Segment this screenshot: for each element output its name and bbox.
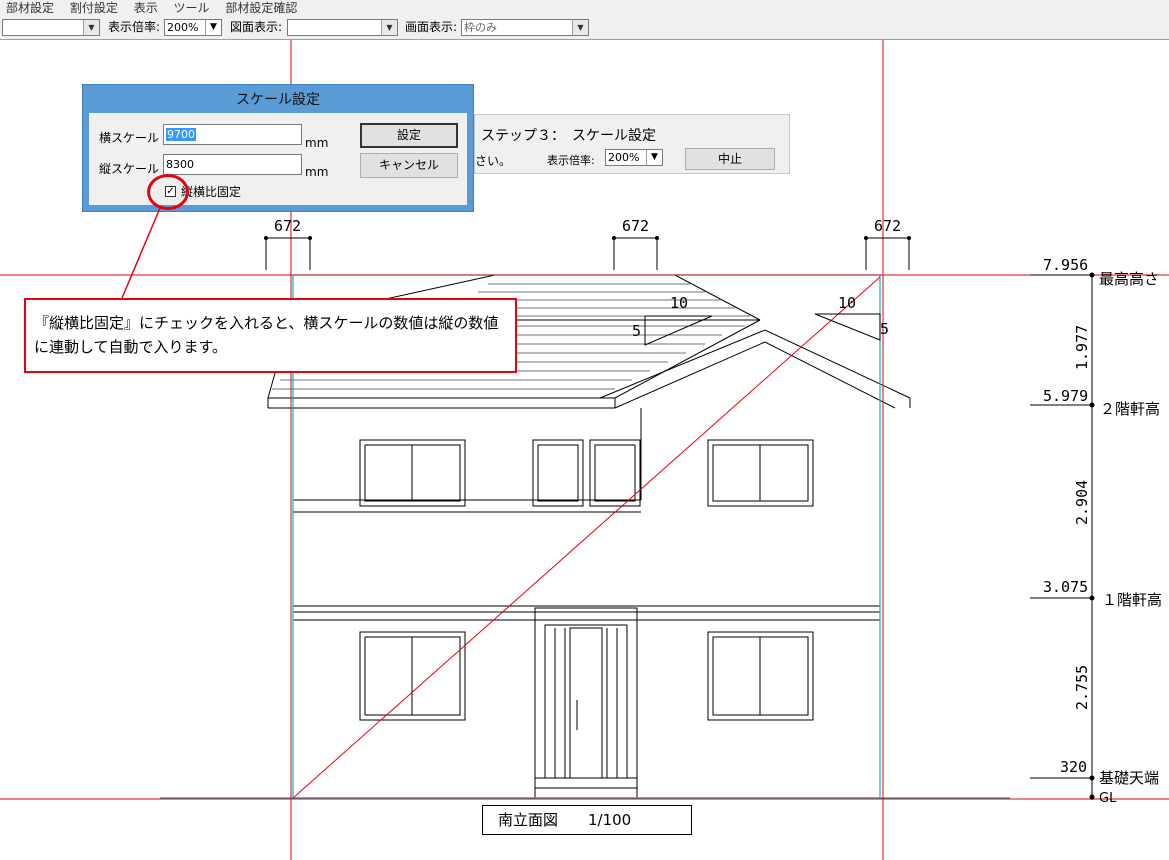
horizontal-scale-label: 横スケール	[99, 131, 160, 145]
roof-pitch-run-left: 10	[670, 294, 689, 312]
step-zoom-combo[interactable]: 200% ▼	[605, 149, 663, 166]
chevron-down-icon[interactable]: ▼	[205, 20, 221, 35]
zoom-combo[interactable]: 200% ▼	[164, 19, 222, 36]
level-name-gl: GL	[1099, 791, 1117, 806]
drawing-label: 図面表示:	[230, 20, 283, 34]
menu-item-tools[interactable]: ツール	[168, 0, 216, 16]
vertical-dim-1: 1.977	[1073, 324, 1091, 370]
level-value-foundation: 320	[1060, 758, 1088, 776]
step-zoom-label: 表示倍率:	[547, 154, 595, 167]
left-combo[interactable]: ▼	[2, 19, 100, 36]
callout-text: 『縦横比固定』にチェックを入れると、横スケールの数値は縦の数値に連動して自動で入…	[34, 314, 499, 356]
menu-item-parts-settings[interactable]: 部材設定	[0, 0, 60, 16]
step-zoom-value: 200%	[608, 151, 640, 164]
vertical-scale-value: 8300	[166, 158, 194, 171]
lock-ratio-label: 縦横比固定	[181, 185, 242, 199]
scale-dialog-title: スケール設定	[236, 92, 320, 108]
horizontal-scale-value: 9700	[166, 128, 196, 141]
zoom-value: 200%	[167, 21, 199, 34]
menu-item-parts-check[interactable]: 部材設定確認	[219, 0, 303, 16]
horizontal-scale-input[interactable]: 9700	[163, 124, 302, 145]
zoom-label: 表示倍率:	[108, 20, 161, 34]
drawing-combo[interactable]: ▼	[287, 19, 398, 36]
vertical-scale-input[interactable]: 8300	[163, 154, 302, 175]
annotation-callout: 『縦横比固定』にチェックを入れると、横スケールの数値は縦の数値に連動して自動で入…	[24, 298, 517, 373]
chevron-down-icon[interactable]: ▼	[83, 20, 99, 35]
step-instruction: さい。	[475, 154, 512, 168]
drawing-title: 南立面図 1/100	[482, 805, 692, 835]
level-name-1f: １階軒高	[1102, 591, 1163, 609]
chevron-down-icon[interactable]: ▼	[646, 150, 662, 165]
chevron-down-icon[interactable]: ▼	[572, 20, 588, 35]
vertical-scale-label: 縦スケール	[99, 162, 160, 176]
step-panel: ステップ３： スケール設定 さい。 表示倍率: 200% ▼ 中止	[474, 114, 790, 174]
level-value-max: 7.956	[1043, 256, 1089, 274]
scale-dialog: スケール設定 横スケール 9700 mm 縦スケール 8300 mm 設定 キャ…	[82, 84, 474, 212]
screen-combo[interactable]: 枠のみ ▼	[461, 19, 589, 36]
roof-pitch-rise-left: 5	[632, 322, 642, 340]
set-button[interactable]: 設定	[360, 123, 458, 148]
level-name-max: 最高高さ	[1099, 270, 1160, 288]
vertical-dim-2: 2.904	[1073, 479, 1091, 525]
dim-top-left: 672	[274, 217, 302, 235]
screen-label: 画面表示:	[405, 20, 458, 34]
horizontal-unit: mm	[305, 136, 329, 150]
menu-item-view[interactable]: 表示	[128, 0, 164, 16]
scale-dialog-body: 横スケール 9700 mm 縦スケール 8300 mm 設定 キャンセル ✓ 縦…	[89, 113, 467, 205]
roof-pitch-run-right: 10	[838, 294, 857, 312]
callout-highlight-ring	[147, 174, 189, 210]
stop-button[interactable]: 中止	[685, 148, 775, 170]
step-title: ステップ３： スケール設定	[481, 128, 656, 144]
level-value-2f: 5.979	[1043, 387, 1089, 405]
chevron-down-icon[interactable]: ▼	[381, 20, 397, 35]
level-name-2f: ２階軒高	[1100, 400, 1161, 418]
dim-top-center: 672	[622, 217, 650, 235]
toolbar: ▼ 表示倍率: 200% ▼ 図面表示: ▼ 画面表示: 枠のみ ▼	[0, 16, 1169, 40]
menu-item-layout-settings[interactable]: 割付設定	[64, 0, 124, 16]
menu-bar: 部材設定 割付設定 表示 ツール 部材設定確認	[0, 0, 1169, 16]
level-value-1f: 3.075	[1043, 578, 1089, 596]
vertical-dim-3: 2.755	[1073, 664, 1091, 710]
cancel-button[interactable]: キャンセル	[360, 153, 458, 178]
drawing-title-text: 南立面図 1/100	[498, 811, 632, 829]
vertical-unit: mm	[305, 165, 329, 179]
level-name-foundation: 基礎天端	[1099, 769, 1160, 787]
dim-top-right: 672	[874, 217, 902, 235]
roof-pitch-rise-right: 5	[880, 320, 890, 338]
screen-value: 枠のみ	[464, 21, 497, 34]
